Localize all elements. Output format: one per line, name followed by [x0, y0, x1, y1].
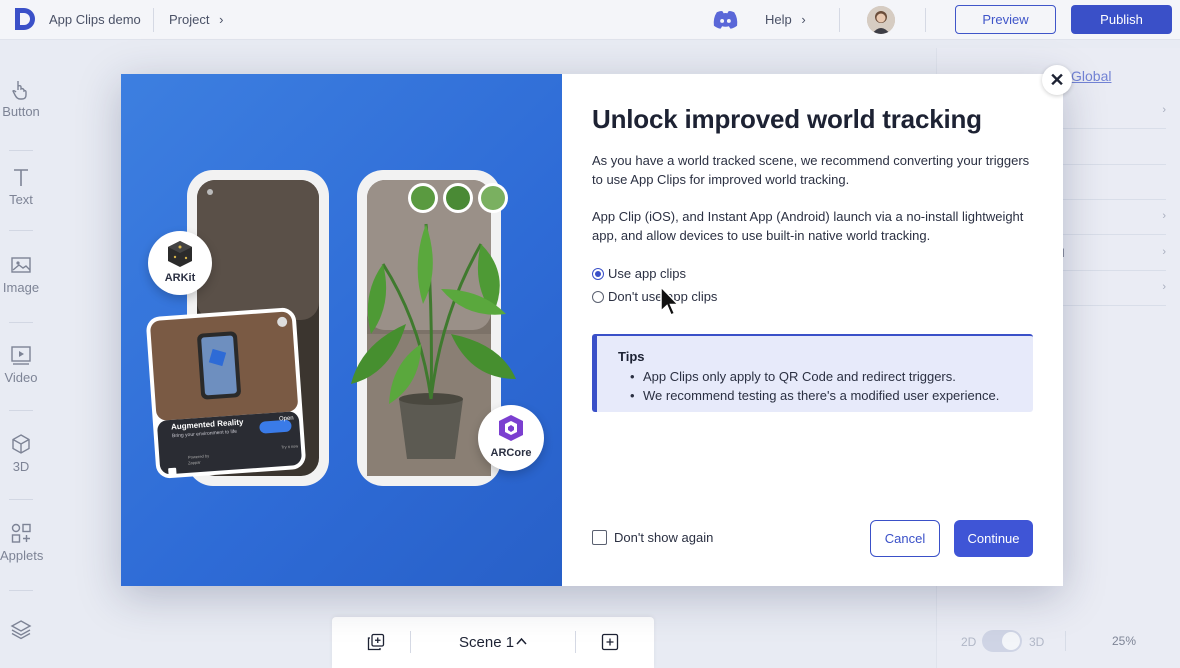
cancel-button[interactable]: Cancel: [870, 520, 940, 557]
radio-button[interactable]: [592, 290, 604, 303]
duplicate-scene-icon[interactable]: [367, 633, 385, 651]
arkit-badge: ARKit: [148, 231, 212, 295]
radio-dont-use-app-clips[interactable]: Don't use app clips: [592, 289, 717, 304]
tip-item: We recommend testing as there's a modifi…: [627, 386, 999, 405]
arcore-label: ARCore: [490, 447, 532, 459]
checkbox-label: Don't show again: [614, 530, 714, 545]
modal-description-1: As you have a world tracked scene, we re…: [592, 153, 1030, 187]
mouse-cursor-icon: [660, 286, 680, 316]
radio-label: Use app clips: [608, 266, 687, 281]
close-modal-button[interactable]: ✕: [1042, 65, 1072, 95]
arcore-badge: ARCore: [478, 405, 544, 471]
avatar-image: [867, 6, 895, 34]
close-icon: ✕: [1049, 69, 1065, 90]
radio-use-app-clips[interactable]: Use app clips: [592, 266, 686, 281]
discord-icon[interactable]: [712, 10, 739, 30]
modal-title: Unlock improved world tracking: [592, 104, 982, 134]
scene-selector[interactable]: Scene 1: [459, 634, 514, 651]
ar-card-open-button: Open: [278, 415, 294, 423]
help-chevron-icon: ›: [801, 12, 806, 27]
tips-callout: Tips App Clips only apply to QR Code and…: [592, 334, 1033, 412]
project-label: Project: [169, 12, 210, 27]
modal-description-2: App Clip (iOS), and Instant App (Android…: [592, 209, 1024, 243]
tip-item: App Clips only apply to QR Code and redi…: [627, 367, 999, 386]
modal-illustration: Augmented Reality Bring your environment…: [121, 74, 562, 586]
project-chevron-icon: ›: [219, 12, 224, 27]
app-name[interactable]: App Clips demo: [49, 12, 141, 27]
divider: [575, 631, 576, 653]
divider: [925, 8, 926, 32]
scene-bar: Scene 1: [332, 617, 654, 668]
divider: [410, 631, 411, 653]
ar-card-brand: Zappar: [187, 459, 201, 466]
ar-illustration: [146, 170, 516, 486]
user-avatar[interactable]: [867, 6, 895, 34]
radio-button-checked[interactable]: [592, 267, 604, 280]
project-menu[interactable]: Project ›: [169, 12, 223, 27]
arcore-logo-icon: [499, 415, 523, 441]
dont-show-again-checkbox[interactable]: Don't show again: [592, 530, 713, 545]
top-bar: App Clips demo Project › Help › Preview …: [0, 0, 1180, 40]
arkit-cube-icon: [168, 241, 192, 267]
checkbox[interactable]: [592, 530, 607, 545]
continue-button[interactable]: Continue: [954, 520, 1033, 557]
tips-list: App Clips only apply to QR Code and redi…: [627, 367, 999, 405]
preview-button[interactable]: Preview: [955, 5, 1056, 34]
arkit-label: ARKit: [164, 272, 196, 284]
tips-title: Tips: [618, 349, 645, 364]
chevron-up-icon[interactable]: [516, 636, 527, 648]
divider: [153, 8, 154, 32]
zappar-logo-icon[interactable]: [12, 6, 36, 32]
help-label: Help: [765, 12, 792, 27]
add-scene-icon[interactable]: [601, 633, 619, 651]
divider: [839, 8, 840, 32]
publish-button[interactable]: Publish: [1071, 5, 1172, 34]
help-menu[interactable]: Help ›: [765, 12, 806, 27]
